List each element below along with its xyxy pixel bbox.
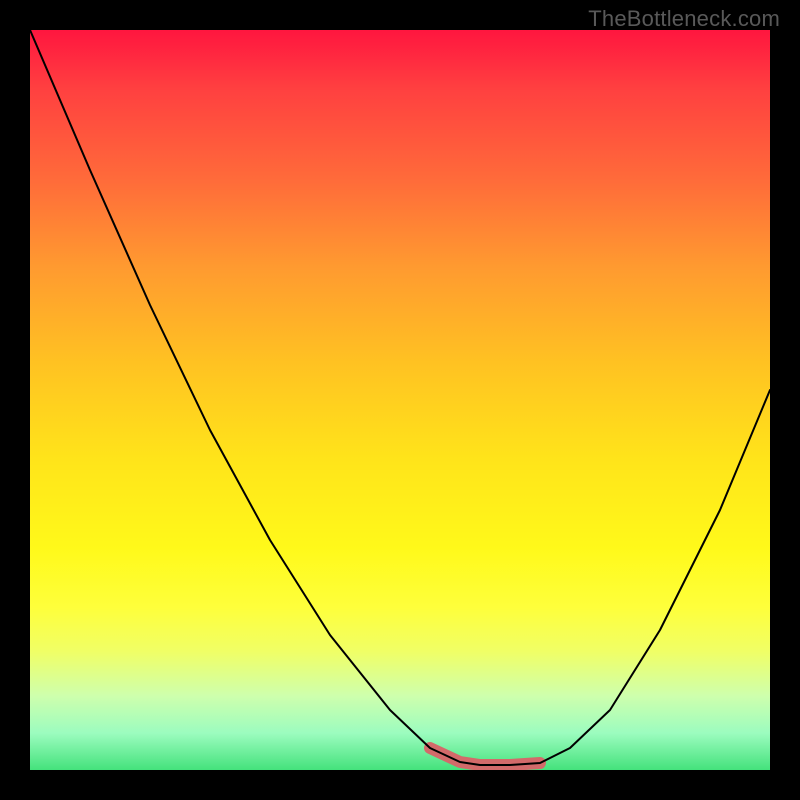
chart-plot-area — [30, 30, 770, 770]
watermark-text: TheBottleneck.com — [588, 6, 780, 32]
chart-svg — [30, 30, 770, 770]
main-curve — [30, 30, 770, 765]
